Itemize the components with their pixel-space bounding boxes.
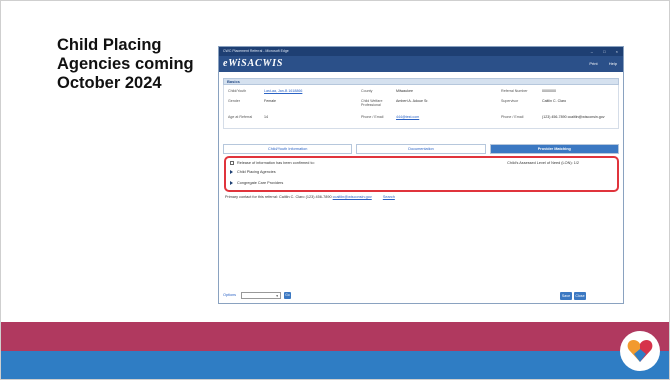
field-label: Gender (228, 99, 240, 103)
tab-provider-matching[interactable]: Provider Matching (489, 144, 619, 154)
go-button[interactable]: Go (284, 292, 291, 299)
organization-logo (620, 331, 660, 371)
cpa-label: Child Placing Agencies (237, 170, 276, 174)
county-value: Milwaukee (396, 89, 413, 93)
options-select[interactable]: ▾ (241, 292, 281, 299)
supervisor-contact-value: (123) 456-7890 ccaitlin@wisconsin.gov (542, 115, 605, 119)
window-titlebar: CWC Placement Referral - Microsoft Edge … (219, 47, 623, 56)
cwp-value: Ambert A. Adoue Sr. (396, 99, 429, 103)
window-footer: Options ▾ Go Save Close (223, 292, 619, 300)
tab-documentation[interactable]: Documentation (356, 144, 486, 154)
field-label: County (361, 89, 373, 93)
footer-band-blue (1, 351, 669, 379)
minimize-icon[interactable]: – (591, 49, 593, 54)
assessed-lon-text: Child's Assessed Level of Need (LON): 1/… (507, 161, 579, 165)
close-button[interactable]: Close (574, 292, 586, 300)
help-link[interactable]: Help (609, 61, 617, 66)
tab-child-youth-information[interactable]: Child/Youth Information (223, 144, 353, 154)
slide-title: Child Placing Agencies coming October 20… (57, 36, 194, 92)
primary-contact-text: Primary contact for this referral: Caitl… (225, 195, 332, 199)
age-value: 14 (264, 115, 268, 119)
release-label: Release of information has been confirme… (237, 161, 315, 165)
field-label: Supervisor (501, 99, 519, 103)
save-button[interactable]: Save (560, 292, 572, 300)
window-controls: – □ × (582, 47, 618, 56)
supervisor-value: Caitlin C. Claro (542, 99, 567, 103)
congregate-label: Congregate Care Providers (237, 181, 284, 185)
options-label: Options (223, 293, 237, 297)
release-row: Release of information has been confirme… (230, 161, 315, 165)
app-window: CWC Placement Referral - Microsoft Edge … (218, 46, 624, 304)
field-label: Child/Youth (228, 89, 247, 93)
gender-value: Female (264, 99, 276, 103)
list-item[interactable]: Congregate Care Providers (230, 181, 283, 185)
footer-band-red (1, 322, 669, 351)
heart-logo-icon (627, 340, 653, 362)
list-item[interactable]: Child Placing Agencies (230, 170, 276, 174)
provider-matching-panel: Release of information has been confirme… (224, 156, 619, 192)
close-icon[interactable]: × (616, 49, 618, 54)
expand-arrow-icon[interactable] (230, 170, 233, 174)
window-title: CWC Placement Referral - Microsoft Edge (223, 49, 289, 53)
field-label: Phone / Email (501, 115, 524, 119)
field-label: Phone / Email (361, 115, 384, 119)
child-name-link[interactable]: Last-aa, Jan-B 1618866 (264, 89, 302, 93)
release-checkbox[interactable] (230, 161, 234, 165)
print-link[interactable]: Print (589, 61, 597, 66)
presentation-slide: Child Placing Agencies coming October 20… (0, 0, 670, 380)
primary-contact-line: Primary contact for this referral: Caitl… (225, 195, 395, 199)
chevron-down-icon: ▾ (276, 294, 278, 298)
basics-section-header: Basics (223, 78, 619, 85)
cwp-email-link[interactable]: 444@test.com (396, 115, 419, 119)
basics-section: Child/Youth Last-aa, Jan-B 1618866 Count… (223, 85, 619, 129)
app-brand-logo: eWiSACWIS (223, 58, 284, 69)
field-label: Referral Number (501, 89, 528, 93)
primary-contact-email-link[interactable]: ccaitlin@wisconsin.gov (333, 195, 372, 199)
tab-strip: Child/Youth Information Documentation Pr… (223, 144, 619, 154)
maximize-icon[interactable]: □ (603, 49, 605, 54)
field-label: Child Welfare Professional (361, 99, 383, 107)
search-link[interactable]: Search (383, 195, 395, 199)
app-header: eWiSACWIS Print Help (219, 56, 623, 72)
field-label: Age at Referral (228, 115, 253, 119)
expand-arrow-icon[interactable] (230, 181, 233, 185)
referral-number-value: 0000000 (542, 89, 556, 93)
header-links: Print Help (579, 61, 617, 66)
